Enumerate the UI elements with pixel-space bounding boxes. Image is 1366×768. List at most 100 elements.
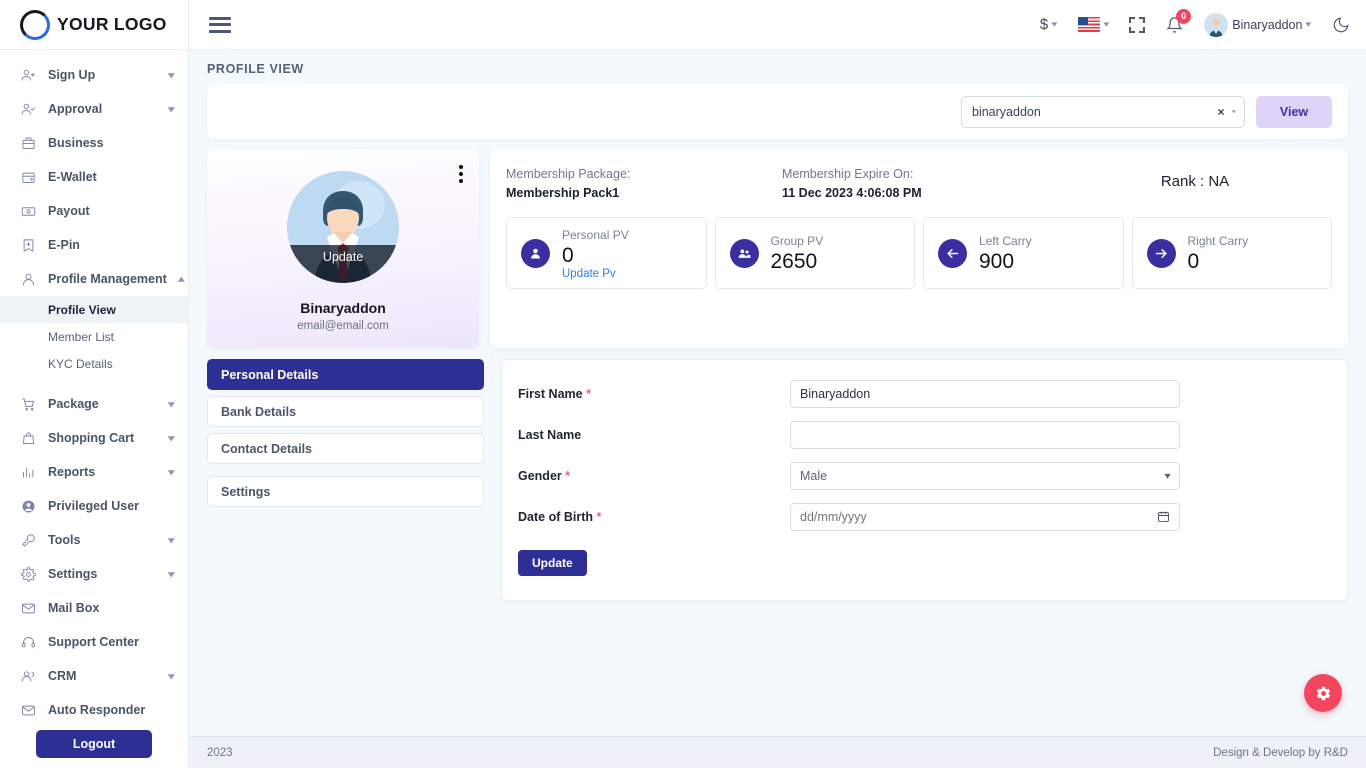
- dob-label-text: Date of Birth: [518, 510, 593, 524]
- pin-card-icon: [20, 237, 36, 253]
- group-icon: [730, 239, 759, 268]
- menu-toggle-icon[interactable]: [209, 17, 231, 33]
- user-menu[interactable]: Binaryaddon ▾: [1204, 13, 1311, 37]
- sidebar-item-settings[interactable]: Settings▾: [0, 557, 188, 591]
- gender-control: MaleFemale ▾: [790, 462, 1180, 490]
- membership-package-block: Membership Package: Membership Pack1: [506, 167, 782, 200]
- notifications-button[interactable]: 0: [1166, 16, 1183, 34]
- sidebar-item-privileged-user[interactable]: Privileged User: [0, 489, 188, 523]
- sidebar-subitem-kyc-details[interactable]: KYC Details: [0, 350, 188, 377]
- sidebar-item-business[interactable]: Business: [0, 126, 188, 160]
- gender-label-text: Gender: [518, 469, 562, 483]
- sidebar-item-tools[interactable]: Tools▾: [0, 523, 188, 557]
- first-name-label: First Name *: [518, 387, 790, 401]
- theme-toggle[interactable]: [1332, 16, 1350, 34]
- sidebar-subitem-profile-view[interactable]: Profile View: [0, 296, 188, 323]
- sidebar-item-label: Sign Up: [48, 68, 157, 82]
- stat-label: Group PV: [771, 234, 824, 248]
- sidebar-item-label: Payout: [48, 204, 174, 218]
- membership-info-card: Membership Package: Membership Pack1 Mem…: [490, 149, 1348, 348]
- wallet-icon: [20, 169, 36, 185]
- view-button[interactable]: View: [1256, 96, 1332, 128]
- logo-ring-icon: [20, 10, 50, 40]
- clear-icon[interactable]: ×: [1217, 105, 1224, 119]
- sidebar-item-e-pin[interactable]: E-Pin: [0, 228, 188, 262]
- chevron-down-icon: ▾: [169, 671, 175, 682]
- rank-text: Rank : NA: [1058, 167, 1332, 190]
- cash-icon: [20, 203, 36, 219]
- user-circle-icon: [20, 498, 36, 514]
- currency-selector[interactable]: $ ▾: [1040, 16, 1057, 33]
- stat-card-right-carry: Right Carry0: [1132, 217, 1333, 289]
- settings-fab-button[interactable]: [1304, 674, 1342, 712]
- last-name-label-text: Last Name: [518, 428, 581, 442]
- avatar-update-label[interactable]: Update: [287, 245, 399, 283]
- sidebar-item-package[interactable]: Package▾: [0, 387, 188, 421]
- kebab-menu-icon[interactable]: [459, 165, 463, 183]
- chevron-down-icon: ▾: [169, 104, 175, 115]
- content-area: binaryaddon × ▾ View: [189, 84, 1366, 736]
- sidebar-item-label: CRM: [48, 669, 157, 683]
- membership-meta-row: Membership Package: Membership Pack1 Mem…: [506, 167, 1332, 200]
- profile-avatar[interactable]: Update: [287, 171, 399, 283]
- last-name-input[interactable]: [790, 421, 1180, 449]
- membership-package-label: Membership Package:: [506, 167, 782, 181]
- sidebar-item-shopping-cart[interactable]: Shopping Cart ▾: [0, 421, 188, 455]
- fullscreen-icon[interactable]: [1129, 17, 1145, 33]
- sidebar-item-label: Reports: [48, 465, 157, 479]
- briefcase-icon: [20, 135, 36, 151]
- user-check-icon: [20, 101, 36, 117]
- first-name-input[interactable]: [790, 380, 1180, 408]
- profile-card: Update Binaryaddon email@email.com: [207, 149, 479, 348]
- update-button[interactable]: Update: [518, 550, 587, 576]
- member-select-value: binaryaddon: [972, 105, 1217, 119]
- sidebar-subitem-member-list[interactable]: Member List: [0, 323, 188, 350]
- tab-personal-details[interactable]: Personal Details: [207, 359, 484, 390]
- stat-card-group-pv: Group PV2650: [715, 217, 916, 289]
- footer-credit: Design & Develop by R&D: [1213, 747, 1348, 759]
- dob-input[interactable]: [790, 503, 1180, 531]
- sidebar-item-label: Mail Box: [48, 601, 174, 615]
- tab-contact-details[interactable]: Contact Details: [207, 433, 484, 464]
- sidebar-item-e-wallet[interactable]: E-Wallet: [0, 160, 188, 194]
- sidebar-item-sign-up[interactable]: Sign Up ▾: [0, 58, 188, 92]
- profile-name: Binaryaddon: [300, 300, 386, 316]
- chevron-down-icon: ▾: [1052, 19, 1058, 30]
- dob-control: [790, 503, 1180, 531]
- person-icon: [521, 239, 550, 268]
- sidebar-item-support-center[interactable]: Support Center: [0, 625, 188, 659]
- sidebar-item-crm[interactable]: CRM ▾: [0, 659, 188, 693]
- required-mark: *: [586, 387, 591, 401]
- member-select[interactable]: binaryaddon × ▾: [961, 96, 1245, 128]
- sidebar-nav: Sign Up▾Approval▾BusinessE-WalletPayoutE…: [0, 50, 188, 722]
- summary-row: Update Binaryaddon email@email.com Membe…: [207, 149, 1348, 348]
- sidebar-item-label: Shopping Cart: [48, 431, 157, 445]
- sidebar-item-approval[interactable]: Approval▾: [0, 92, 188, 126]
- last-name-control: [790, 421, 1180, 449]
- tab-settings[interactable]: Settings: [207, 476, 484, 507]
- sidebar-item-profile-management[interactable]: Profile Management▾: [0, 262, 188, 296]
- sidebar-item-mail-box[interactable]: Mail Box: [0, 591, 188, 625]
- stat-link[interactable]: Update Pv: [562, 268, 629, 280]
- stat-body: Group PV2650: [771, 232, 824, 274]
- gender-select[interactable]: MaleFemale: [790, 462, 1180, 490]
- sidebar-item-payout[interactable]: Payout: [0, 194, 188, 228]
- moon-icon: [1332, 16, 1350, 34]
- sidebar-item-label: Settings: [48, 567, 157, 581]
- chevron-down-icon: ▾: [169, 399, 175, 410]
- logout-button[interactable]: Logout: [36, 730, 152, 758]
- chevron-down-icon: ▾: [169, 70, 175, 81]
- stat-card-left-carry: Left Carry900: [923, 217, 1124, 289]
- tab-bank-details[interactable]: Bank Details: [207, 396, 484, 427]
- chevron-down-icon: ▾: [169, 535, 175, 546]
- sidebar-item-reports[interactable]: Reports▾: [0, 455, 188, 489]
- brand-logo[interactable]: YOUR LOGO: [0, 0, 188, 50]
- chevron-down-icon: ▾: [1103, 19, 1109, 30]
- chevron-down-icon: ▾: [169, 433, 175, 444]
- top-bar: $ ▾ ▾ 0: [189, 0, 1366, 50]
- page-title: PROFILE VIEW: [207, 62, 1366, 76]
- logo-text: YOUR LOGO: [57, 14, 167, 35]
- dob-label: Date of Birth *: [518, 510, 790, 524]
- language-selector[interactable]: ▾: [1078, 17, 1109, 32]
- sidebar-item-auto-responder[interactable]: Auto Responder: [0, 693, 188, 722]
